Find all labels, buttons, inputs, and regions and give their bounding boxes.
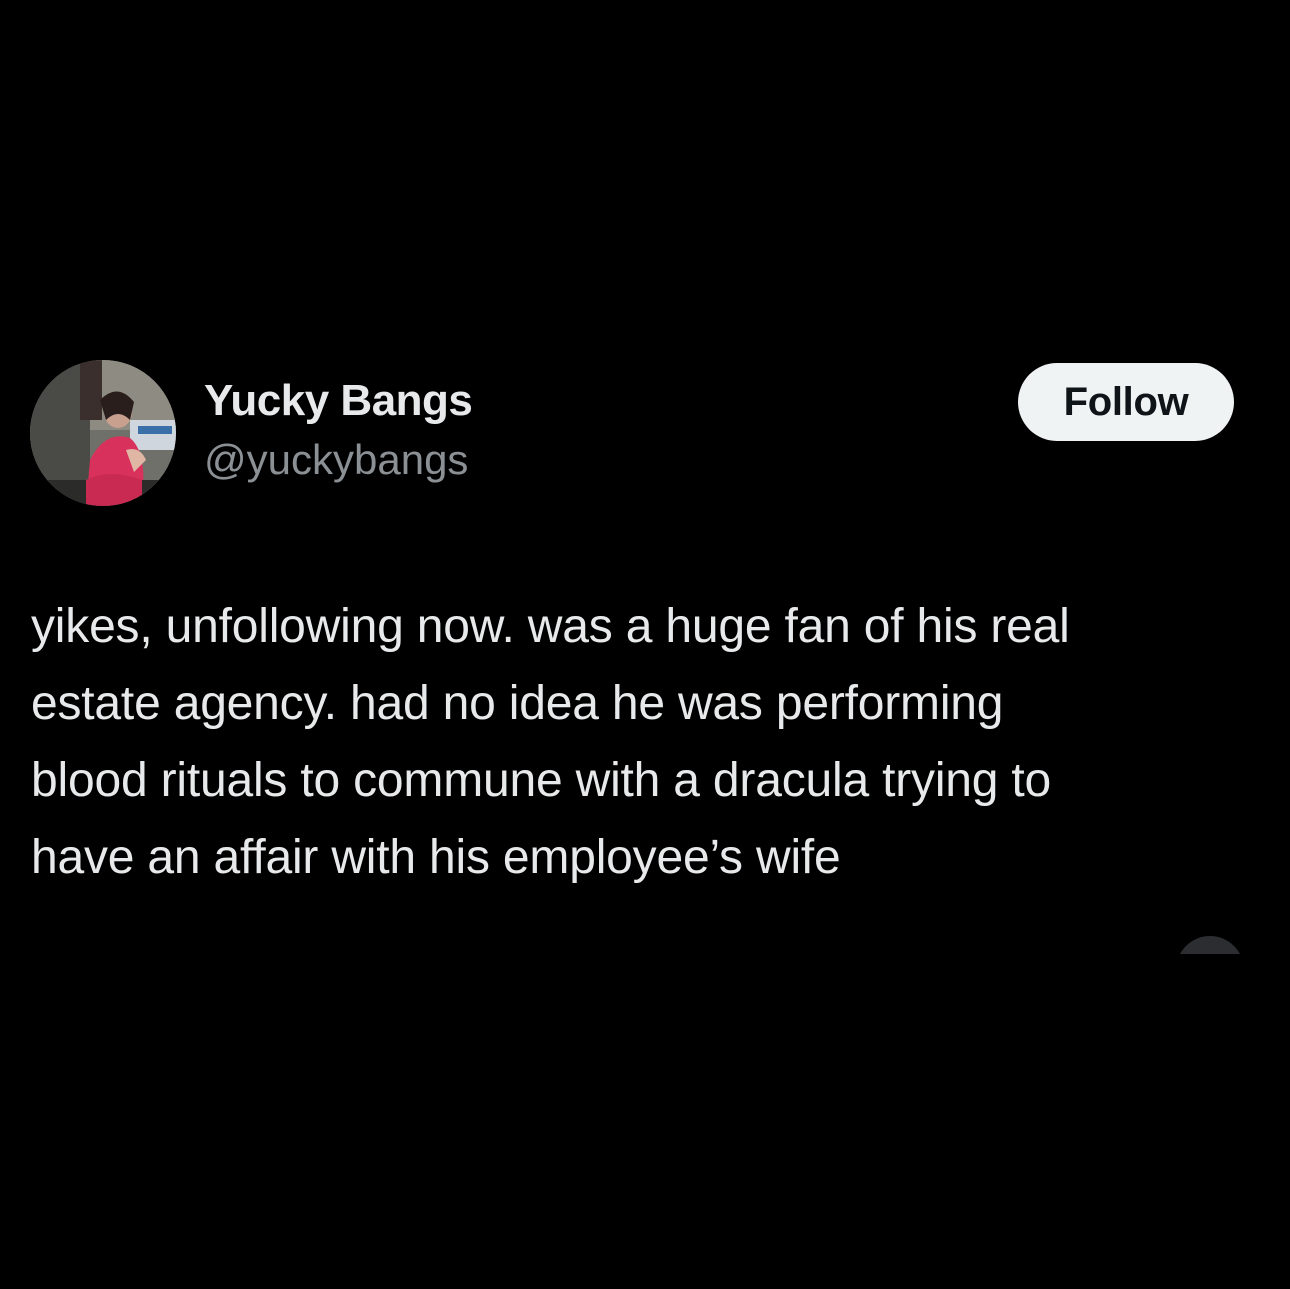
author-handle[interactable]: @yuckybangs — [204, 436, 468, 484]
author-display-name[interactable]: Yucky Bangs — [204, 376, 473, 426]
author-avatar[interactable] — [30, 360, 176, 506]
tweet-text-line: yikes, unfollowing now. was a huge fan o… — [31, 600, 1070, 653]
follow-button[interactable]: Follow — [1018, 363, 1234, 441]
tweet-text-line: estate agency. had no idea he was perfor… — [31, 677, 1004, 730]
avatar-photo-icon — [30, 360, 176, 506]
cropped-avatar-icon — [1176, 936, 1244, 954]
tweet-text-line: have an affair with his employee’s wife — [31, 831, 841, 884]
tweet-body: yikes, unfollowing now. was a huge fan o… — [31, 588, 1271, 896]
tweet-text-line: blood rituals to commune with a dracula … — [31, 754, 1052, 807]
tweet-card: Yucky Bangs @yuckybangs Follow yikes, un… — [0, 0, 1290, 1289]
